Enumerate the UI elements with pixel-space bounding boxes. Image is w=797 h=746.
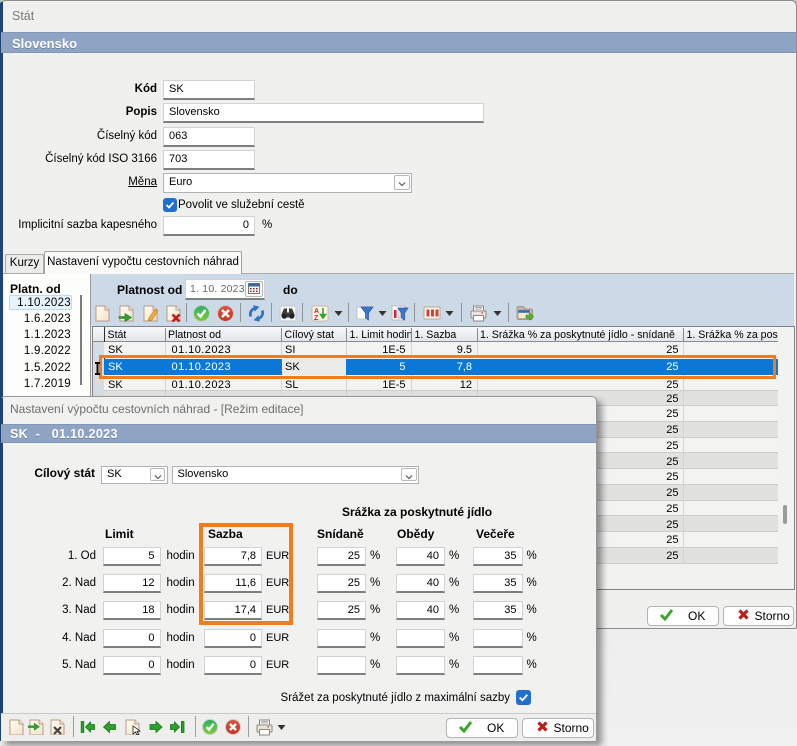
svg-text:Z: Z	[314, 315, 319, 322]
svg-text:A: A	[314, 308, 319, 315]
